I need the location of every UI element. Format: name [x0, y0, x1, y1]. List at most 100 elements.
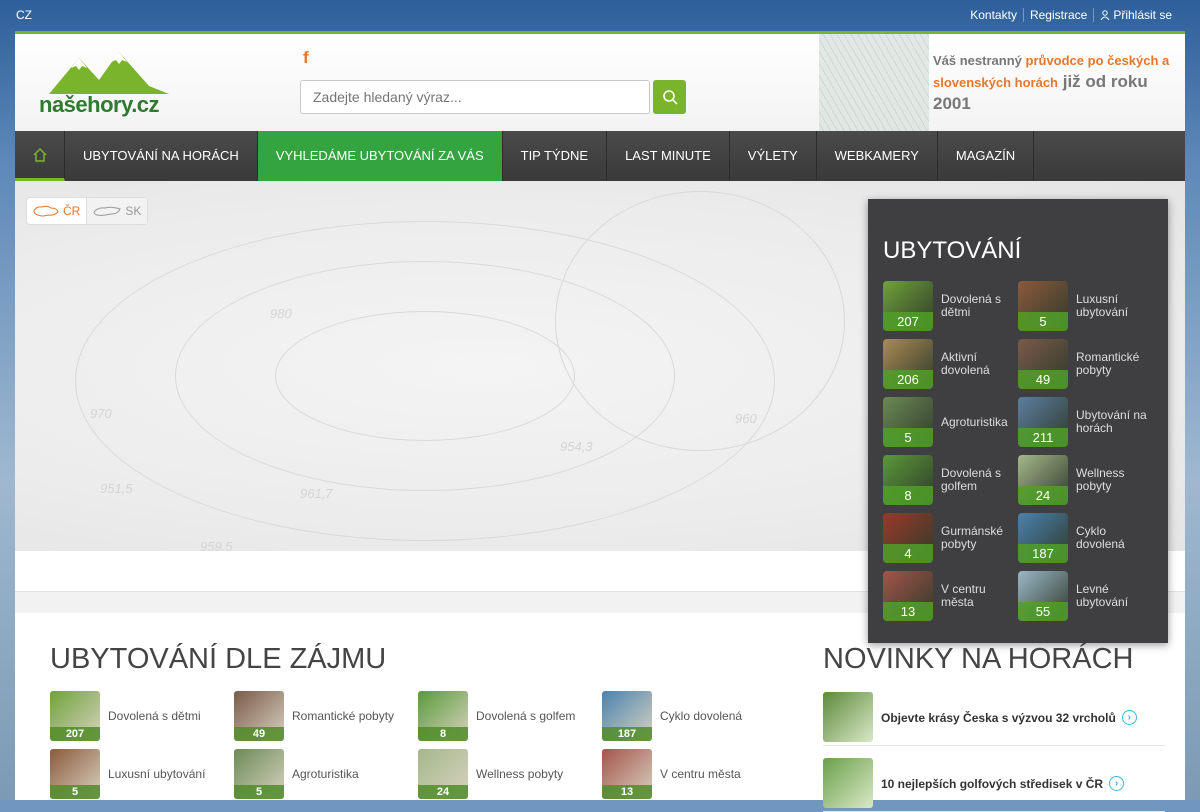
map-height-label: 961,7 [300, 486, 333, 501]
panel-category-item[interactable]: 4 Gurmánské pobyty [883, 513, 1018, 563]
interest-category-item[interactable]: 8 Dovolená s golfem [418, 691, 598, 741]
nav-vyhledame[interactable]: VYHLEDÁME UBYTOVÁNÍ ZA VÁS [257, 131, 503, 181]
panel-category-item[interactable]: 5 Agroturistika [883, 397, 1018, 447]
mountain-logo-icon [49, 52, 169, 94]
panel-title: UBYTOVÁNÍ [883, 237, 1022, 264]
map-contour [275, 311, 575, 441]
panel-category-item[interactable]: 49 Romantické pobyty [1018, 339, 1153, 389]
search-button[interactable] [653, 80, 686, 114]
news-text: 10 nejlepších golfových středisek v ČR › [881, 776, 1125, 791]
news-text: Objevte krásy Česka s výzvou 32 vrcholů › [881, 710, 1137, 725]
interest-category-item[interactable]: 49 Romantické pobyty [234, 691, 414, 741]
facebook-icon[interactable]: f [303, 48, 309, 68]
category-count: 187 [1018, 544, 1068, 563]
category-label: Luxusní ubytování [1076, 292, 1129, 319]
news-item[interactable]: Objevte krásy Česka s výzvou 32 vrcholů › [823, 686, 1165, 746]
ubytovani-panel: UBYTOVÁNÍ 207 Dovolená s dětmi 5 Luxusní ub… [868, 199, 1168, 643]
nav-tip-tydne[interactable]: TIP TÝDNE [503, 131, 608, 181]
category-thumbnail: 49 [234, 691, 284, 741]
category-count: 207 [883, 312, 933, 331]
category-count: 13 [602, 785, 652, 799]
language-switch[interactable]: CZ [16, 8, 32, 22]
country-cr[interactable]: ČR [27, 198, 86, 224]
category-count: 5 [50, 785, 100, 799]
arrow-right-icon: › [1121, 710, 1137, 725]
category-label: Romantické pobyty [292, 708, 395, 723]
category-label: Cyklo dovolená [660, 708, 743, 723]
category-count: 24 [418, 785, 468, 799]
category-label: Wellness pobyty [476, 766, 564, 781]
category-label: Agroturistika [941, 414, 1008, 429]
category-count: 5 [234, 785, 284, 799]
interest-category-item[interactable]: 13 V centru města [602, 749, 782, 799]
category-count: 8 [883, 486, 933, 505]
user-icon [1100, 10, 1110, 21]
category-label: V centru města [941, 582, 986, 609]
category-thumbnail: 207 [883, 281, 933, 331]
category-count: 4 [883, 544, 933, 563]
category-thumbnail: 5 [1018, 281, 1068, 331]
nav-last-minute[interactable]: LAST MINUTE [607, 131, 730, 181]
interest-category-item[interactable]: 5 Agroturistika [234, 749, 414, 799]
category-thumbnail: 8 [883, 455, 933, 505]
interest-category-item[interactable]: 207 Dovolená s dětmi [50, 691, 230, 741]
category-count: 5 [883, 428, 933, 447]
category-thumbnail: 187 [1018, 513, 1068, 563]
map-contour [555, 191, 845, 451]
logo[interactable]: našehory.cz [39, 46, 179, 121]
interest-category-item[interactable]: 5 Luxusní ubytování [50, 749, 230, 799]
login-link[interactable]: Přihlásit se [1093, 8, 1178, 22]
category-label: Ubytování na horách [1076, 408, 1147, 435]
category-thumbnail: 4 [883, 513, 933, 563]
category-count: 55 [1018, 602, 1068, 621]
panel-category-item[interactable]: 8 Dovolená s golfem [883, 455, 1018, 505]
panel-category-item[interactable]: 55 Levné ubytování [1018, 571, 1153, 621]
panel-category-item[interactable]: 13 V centru města [883, 571, 1018, 621]
nav-home[interactable] [15, 131, 65, 181]
nav-ubytovani[interactable]: UBYTOVÁNÍ NA HORÁCH [65, 131, 258, 181]
category-label: Dovolená s dětmi [941, 292, 1002, 319]
register-link[interactable]: Registrace [1022, 8, 1093, 22]
interest-category-item[interactable]: 24 Wellness pobyty [418, 749, 598, 799]
category-count: 211 [1018, 428, 1068, 447]
panel-category-item[interactable]: 24 Wellness pobyty [1018, 455, 1153, 505]
category-thumbnail: 206 [883, 339, 933, 389]
category-thumbnail: 211 [1018, 397, 1068, 447]
logo-text: našehory.cz [39, 92, 160, 117]
category-count: 13 [883, 602, 933, 621]
category-label: Agroturistika [292, 766, 359, 781]
category-thumbnail: 5 [234, 749, 284, 799]
panel-category-item[interactable]: 206 Aktivní dovolená [883, 339, 1018, 389]
category-count: 49 [234, 727, 284, 741]
nav-webkamery[interactable]: WEBKAMERY [817, 131, 938, 181]
header: našehory.cz f Váš nestranný průvodce po … [15, 31, 1185, 134]
panel-category-item[interactable]: 187 Cyklo dovolená [1018, 513, 1153, 563]
country-sk[interactable]: SK [86, 198, 148, 224]
arrow-right-icon: › [1109, 776, 1125, 791]
nav-vylety[interactable]: VÝLETY [730, 131, 817, 181]
map-height-label: 980 [270, 306, 292, 321]
category-count: 8 [418, 727, 468, 741]
search-input[interactable] [300, 80, 650, 114]
category-thumbnail: 5 [883, 397, 933, 447]
zajem-title: UBYTOVÁNÍ DLE ZÁJMU [50, 643, 387, 675]
page: našehory.cz f Váš nestranný průvodce po … [15, 31, 1185, 812]
news-item[interactable]: 10 nejlepších golfových středisek v ČR › [823, 752, 1165, 812]
contacts-link[interactable]: Kontakty [964, 8, 1023, 22]
czech-map-icon [33, 205, 59, 217]
panel-category-item[interactable]: 5 Luxusní ubytování [1018, 281, 1153, 331]
map-height-label: 960 [735, 411, 757, 426]
nav-magazin[interactable]: MAGAZÍN [938, 131, 1035, 181]
main-nav: UBYTOVÁNÍ NA HORÁCH VYHLEDÁME UBYTOVÁNÍ … [15, 131, 1185, 181]
category-label: Dovolená s golfem [941, 466, 1002, 493]
category-label: Cyklo dovolená [1076, 524, 1125, 551]
category-count: 207 [50, 727, 100, 741]
home-icon [32, 147, 47, 162]
category-label: Romantické pobyty [1076, 350, 1140, 377]
panel-category-item[interactable]: 207 Dovolená s dětmi [883, 281, 1018, 331]
category-count: 49 [1018, 370, 1068, 389]
panel-category-item[interactable]: 211 Ubytování na horách [1018, 397, 1153, 447]
interest-category-item[interactable]: 187 Cyklo dovolená [602, 691, 782, 741]
category-label: Aktivní dovolená [941, 350, 990, 377]
category-thumbnail: 8 [418, 691, 468, 741]
